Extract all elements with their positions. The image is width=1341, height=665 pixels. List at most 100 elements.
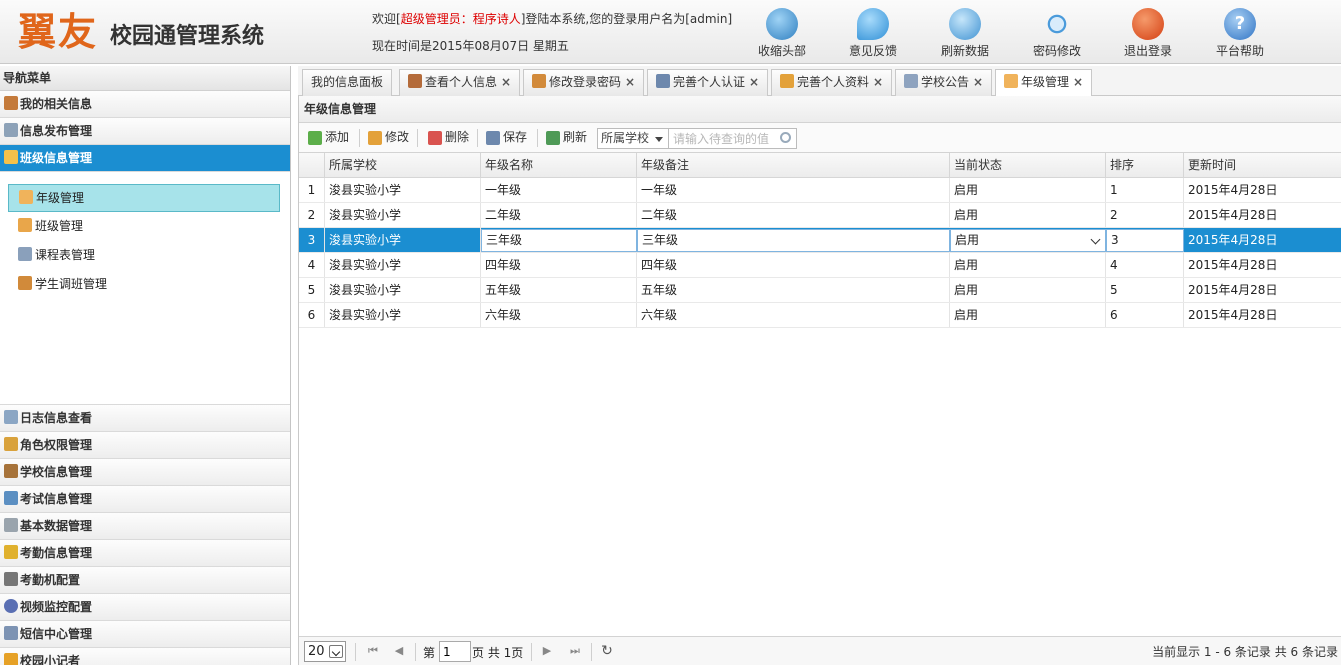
tab-complete-profile[interactable]: 完善个人资料 × xyxy=(771,69,893,96)
current-time: 现在时间是2015年08月07日 星期五 xyxy=(372,39,569,53)
column-header[interactable]: 年级名称 xyxy=(481,153,637,177)
log-icon xyxy=(4,410,18,424)
change-password-button[interactable]: 密码修改 xyxy=(1017,6,1097,59)
sidebar-item-label: 基本数据管理 xyxy=(20,519,93,533)
grade-table: 所属学校 年级名称 年级备注 当前状态 排序 更新时间 1 浚县实验小学 一年级… xyxy=(299,153,1341,328)
status-select[interactable]: 启用 xyxy=(950,229,1106,252)
search-input[interactable] xyxy=(669,128,797,149)
tab-close-icon[interactable]: × xyxy=(1073,75,1083,89)
pager-divider xyxy=(531,643,532,661)
tab-close-icon[interactable]: × xyxy=(625,75,635,89)
table-row[interactable]: 6 浚县实验小学 六年级 六年级 启用 6 2015年4月28日 xyxy=(299,303,1341,328)
grade-note-editor[interactable]: 三年级 xyxy=(637,229,950,252)
feedback-button[interactable]: 意见反馈 xyxy=(833,6,913,59)
tab-close-icon[interactable]: × xyxy=(749,75,759,89)
refresh-label: 刷新 xyxy=(563,130,588,144)
cell-grade: 五年级 xyxy=(481,278,637,302)
delete-button[interactable]: 删除 xyxy=(425,127,469,149)
app-window: 翼友 校园通管理系统 欢迎[超级管理员：程序诗人]登陆本系统,您的登录用户名为[… xyxy=(0,0,1341,665)
tab-verify-identity[interactable]: 完善个人认证 × xyxy=(647,69,769,96)
sidebar-item-roles[interactable]: 角色权限管理 xyxy=(0,432,290,459)
sidebar-subitem-grade[interactable]: 年级管理 xyxy=(8,184,280,212)
eye-icon xyxy=(4,599,18,613)
logout-button[interactable]: 退出登录 xyxy=(1108,6,1188,59)
sidebar-item-class-info[interactable]: 班级信息管理 xyxy=(0,145,290,172)
tab-label: 完善个人资料 xyxy=(797,75,870,89)
delete-label: 删除 xyxy=(445,130,470,144)
sidebar-item-basic-data[interactable]: 基本数据管理 xyxy=(0,513,290,540)
sidebar-subitem-label: 年级管理 xyxy=(36,191,85,205)
sidebar-subitem-transfer[interactable]: 学生调班管理 xyxy=(8,271,280,299)
pager-divider xyxy=(415,643,416,661)
column-header[interactable]: 所属学校 xyxy=(325,153,481,177)
table-row[interactable]: 1 浚县实验小学 一年级 一年级 启用 1 2015年4月28日 xyxy=(299,178,1341,203)
search-icon[interactable] xyxy=(780,132,791,143)
school-filter-select[interactable]: 所属学校 xyxy=(597,128,669,149)
tab-change-password[interactable]: 修改登录密码 × xyxy=(523,69,645,96)
tab-close-icon[interactable]: × xyxy=(973,75,983,89)
page-size-value: 20 xyxy=(308,644,325,659)
sidebar-item-sms[interactable]: 短信中心管理 xyxy=(0,621,290,648)
sidebar-item-video[interactable]: 视频监控配置 xyxy=(0,594,290,621)
tab-school-notice[interactable]: 学校公告 × xyxy=(895,69,993,96)
sidebar-item-label: 短信中心管理 xyxy=(20,627,93,641)
sidebar-item-my-info[interactable]: 我的相关信息 xyxy=(0,91,290,118)
welcome-prefix: 欢迎[ xyxy=(372,12,401,26)
sidebar-item-attendance[interactable]: 考勤信息管理 xyxy=(0,540,290,567)
add-button[interactable]: 添加 xyxy=(305,127,349,149)
move-arrows-icon xyxy=(1041,8,1073,40)
column-header[interactable]: 当前状态 xyxy=(950,153,1106,177)
edit-label: 修改 xyxy=(385,130,410,144)
sidebar-item-school[interactable]: 学校信息管理 xyxy=(0,459,290,486)
column-header[interactable]: 年级备注 xyxy=(637,153,950,177)
chevron-down-icon xyxy=(655,137,663,142)
next-page-icon[interactable]: ▶ xyxy=(539,643,555,659)
cell-order: 2 xyxy=(1106,203,1184,227)
sidebar-subitem-timetable[interactable]: 课程表管理 xyxy=(8,242,280,270)
sidebar-item-logs[interactable]: 日志信息查看 xyxy=(0,405,290,432)
table-row[interactable]: 5 浚县实验小学 五年级 五年级 启用 5 2015年4月28日 xyxy=(299,278,1341,303)
help-button[interactable]: ? 平台帮助 xyxy=(1200,6,1280,59)
table-row[interactable]: 4 浚县实验小学 四年级 四年级 启用 4 2015年4月28日 xyxy=(299,253,1341,278)
order-editor[interactable]: 3 xyxy=(1106,229,1184,252)
last-page-icon[interactable]: ⏭ xyxy=(567,643,583,659)
help-label: 平台帮助 xyxy=(1215,44,1264,58)
table-row[interactable]: 2 浚县实验小学 二年级 二年级 启用 2 2015年4月28日 xyxy=(299,203,1341,228)
page-size-select[interactable]: 20 xyxy=(304,641,346,662)
refresh-data-button[interactable]: 刷新数据 xyxy=(925,6,1005,59)
tab-bar: 我的信息面板 查看个人信息 × 修改登录密码 × 完善个人认证 × 完善个人资料 × 学… xyxy=(298,66,1341,97)
grade-name-editor[interactable]: 三年级 xyxy=(481,229,637,252)
tab-close-icon[interactable]: × xyxy=(873,75,883,89)
tab-close-icon[interactable]: × xyxy=(501,75,511,89)
tab-view-profile[interactable]: 查看个人信息 × xyxy=(399,69,521,96)
save-button[interactable]: 保存 xyxy=(483,127,527,149)
tab-my-panel[interactable]: 我的信息面板 xyxy=(302,69,393,96)
refresh-button[interactable]: 刷新 xyxy=(543,127,587,149)
sidebar-item-exam[interactable]: 考试信息管理 xyxy=(0,486,290,513)
sidebar-item-info-publish[interactable]: 信息发布管理 xyxy=(0,118,290,145)
system-name: 校园通管理系统 xyxy=(110,24,265,49)
pager-info: 当前显示 1 - 6 条记录 共 6 条记录 xyxy=(1152,645,1338,659)
panel-title: 年级信息管理 xyxy=(299,96,1341,123)
sidebar-subitem-label: 学生调班管理 xyxy=(35,277,108,291)
collapse-header-label: 收缩头部 xyxy=(757,44,806,58)
tab-grade-management[interactable]: 年级管理 × xyxy=(995,69,1093,97)
column-header[interactable]: 更新时间 xyxy=(1184,153,1341,177)
page-number-input[interactable] xyxy=(439,641,471,662)
table-row-selected[interactable]: 3 浚县实验小学 三年级 三年级 启用 3 2015年4月28日 xyxy=(299,228,1341,253)
sidebar-item-reporter[interactable]: 校园小记者 xyxy=(0,648,290,665)
column-header[interactable]: 排序 xyxy=(1106,153,1184,177)
prev-page-icon[interactable]: ◀ xyxy=(391,643,407,659)
toolbar-divider xyxy=(537,129,538,147)
home-icon xyxy=(4,150,18,164)
edit-button[interactable]: 修改 xyxy=(365,127,409,149)
row-number: 3 xyxy=(299,228,325,252)
first-page-icon[interactable]: ⏮ xyxy=(365,643,381,659)
sidebar-subitem-class[interactable]: 班级管理 xyxy=(8,213,280,241)
reload-icon[interactable]: ↻ xyxy=(599,643,615,659)
sidebar-item-label: 考勤机配置 xyxy=(20,573,81,587)
sidebar-item-attendance-machine[interactable]: 考勤机配置 xyxy=(0,567,290,594)
collapse-header-button[interactable]: 收缩头部 xyxy=(742,6,822,59)
chat-bubble-icon xyxy=(857,8,889,40)
row-number: 4 xyxy=(299,253,325,277)
